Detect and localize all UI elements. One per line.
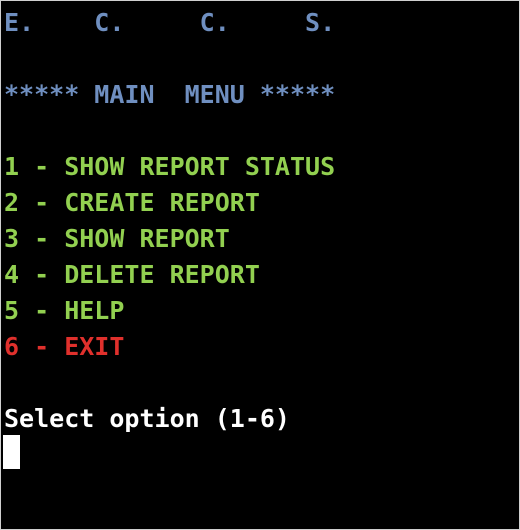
menu-item-delete-report: 4 - DELETE REPORT: [4, 260, 260, 289]
menu-item-exit: 6 - EXIT: [4, 332, 125, 361]
menu-item-show-report-status: 1 - SHOW REPORT STATUS: [4, 152, 336, 181]
menu-item-show-report: 3 - SHOW REPORT: [4, 224, 230, 253]
menu-item-help: 5 - HELP: [4, 296, 125, 325]
terminal-window[interactable]: E. C. C. S. ***** MAIN MENU ***** 1 - SH…: [0, 0, 520, 530]
main-menu-title: ***** MAIN MENU *****: [4, 80, 336, 109]
select-option-prompt: Select option (1-6): [4, 404, 290, 433]
app-title-line: E. C. C. S.: [4, 8, 336, 37]
menu-item-create-report: 2 - CREATE REPORT: [4, 188, 260, 217]
input-cursor[interactable]: [3, 435, 20, 469]
